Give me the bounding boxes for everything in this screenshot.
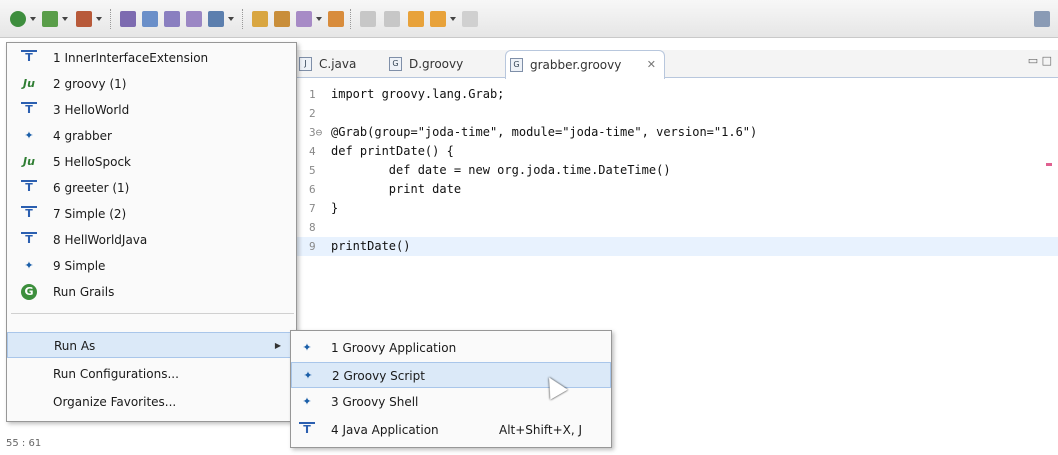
toolbar-separator: [242, 9, 243, 29]
menu-item-history-8[interactable]: T8 HellWorldJava: [7, 227, 296, 253]
menu-item-organize-favorites[interactable]: Organize Favorites...: [7, 389, 296, 415]
run-dropdown[interactable]: [30, 17, 36, 21]
back-icon[interactable]: [408, 11, 424, 27]
current-code-line: 9 printDate(): [295, 237, 1058, 256]
groovy-icon: ✦: [24, 259, 34, 272]
forward-disabled-icon[interactable]: [462, 11, 478, 27]
code-editor[interactable]: 1 import groovy.lang.Grab; 2 3⊖ @Grab(grou…: [295, 85, 1058, 285]
junit-icon: Ju: [23, 155, 35, 168]
forward-icon[interactable]: [430, 11, 446, 27]
menu-item-groovy-application[interactable]: ✦ 1 Groovy Application: [291, 335, 611, 361]
code-line: 4 def printDate() {: [309, 144, 454, 158]
tab-c-java[interactable]: J C.java: [295, 50, 375, 78]
edit-icon[interactable]: [296, 11, 312, 27]
code-line: 3⊖ @Grab(group="joda-time", module="joda-…: [309, 125, 758, 139]
menu-item-java-application[interactable]: T4 Java Application Alt+Shift+X, J: [291, 417, 611, 443]
prev-annotation-icon[interactable]: [360, 11, 376, 27]
toolbar-separator: [110, 9, 111, 29]
java-file-icon: J: [299, 57, 312, 71]
editor-tab-bar: J C.java G D.groovy G grabber.groovy ✕ ▭…: [295, 50, 1058, 79]
coverage-dropdown[interactable]: [96, 17, 102, 21]
junit-icon: T: [21, 180, 37, 196]
groovy-icon: ✦: [302, 395, 312, 408]
groovy-icon: ✦: [302, 341, 312, 354]
debug-dropdown[interactable]: [62, 17, 68, 21]
java-app-icon: T: [299, 422, 315, 438]
code-line: 5 def date = new org.joda.time.DateTime(…: [309, 163, 671, 177]
code-line: 7}: [309, 201, 339, 215]
coverage-icon[interactable]: [76, 11, 92, 27]
menu-item-run-grails[interactable]: G Run Grails: [7, 279, 296, 305]
groovy-icon: ✦: [303, 369, 313, 382]
code-line: 1 import groovy.lang.Grab;: [309, 87, 505, 101]
debug-icon[interactable]: [42, 11, 58, 27]
tab-label: D.groovy: [409, 57, 464, 71]
edit-dropdown[interactable]: [316, 17, 322, 21]
close-icon[interactable]: ✕: [647, 51, 656, 79]
menu-item-history-4[interactable]: ✦ 4 grabber: [7, 123, 296, 149]
open-type-dropdown[interactable]: [228, 17, 234, 21]
code-line: 6 print date: [309, 182, 462, 196]
toolbar-separator: [350, 9, 351, 29]
code-line: 8: [309, 221, 316, 234]
new-file-icon[interactable]: [186, 11, 202, 27]
menu-item-history-7[interactable]: T7 Simple (2): [7, 201, 296, 227]
next-annotation-icon[interactable]: [328, 11, 344, 27]
menu-item-history-3[interactable]: T3 HelloWorld: [7, 97, 296, 123]
junit-icon: T: [21, 232, 37, 248]
menu-item-history-9[interactable]: ✦ 9 Simple: [7, 253, 296, 279]
open-type-icon[interactable]: [208, 11, 224, 27]
annotation-icon[interactable]: [274, 11, 290, 27]
groovy-file-icon: G: [389, 57, 402, 71]
menu-item-history-1[interactable]: T1 InnerInterfaceExtension: [7, 45, 296, 71]
cursor-position: 55 : 61: [6, 438, 42, 449]
run-history-menu: T1 InnerInterfaceExtension Ju 2 groovy (1…: [6, 42, 297, 422]
minimize-icon[interactable]: ▭ □: [1028, 54, 1052, 67]
groovy-icon: ✦: [24, 129, 34, 142]
grails-icon: G: [21, 284, 37, 300]
forward-dropdown[interactable]: [450, 17, 456, 21]
menu-item-run-as[interactable]: Run As ▶: [7, 332, 296, 358]
tab-label: grabber.groovy: [530, 58, 622, 72]
new-project-icon[interactable]: [120, 11, 136, 27]
menu-item-history-5[interactable]: Ju 5 HelloSpock: [7, 149, 296, 175]
search-icon[interactable]: [252, 11, 268, 27]
run-icon[interactable]: [10, 11, 26, 27]
last-edit-icon[interactable]: [384, 11, 400, 27]
junit-icon: T: [21, 206, 37, 222]
menu-item-history-2[interactable]: Ju 2 groovy (1): [7, 71, 296, 97]
junit-icon: T: [21, 102, 37, 118]
tab-label: C.java: [319, 57, 357, 71]
perspective-icon[interactable]: [1034, 11, 1050, 27]
menu-separator: [11, 313, 294, 314]
junit-icon: T: [21, 50, 37, 66]
junit-icon: Ju: [23, 77, 35, 90]
shortcut-label: Alt+Shift+X, J: [499, 423, 583, 437]
menu-item-groovy-shell[interactable]: ✦ 3 Groovy Shell: [291, 389, 611, 415]
overview-ruler-marker[interactable]: [1046, 163, 1052, 166]
new-package-icon[interactable]: [142, 11, 158, 27]
menu-item-history-6[interactable]: T6 greeter (1): [7, 175, 296, 201]
new-class-icon[interactable]: [164, 11, 180, 27]
tab-grabber-groovy[interactable]: G grabber.groovy ✕: [505, 50, 665, 79]
tab-d-groovy[interactable]: G D.groovy: [385, 50, 495, 78]
code-line: 2: [309, 107, 316, 120]
main-toolbar: [0, 0, 1058, 38]
groovy-file-icon: G: [510, 58, 523, 72]
submenu-arrow-icon: ▶: [274, 341, 281, 350]
menu-item-run-configurations[interactable]: Run Configurations...: [7, 361, 296, 387]
